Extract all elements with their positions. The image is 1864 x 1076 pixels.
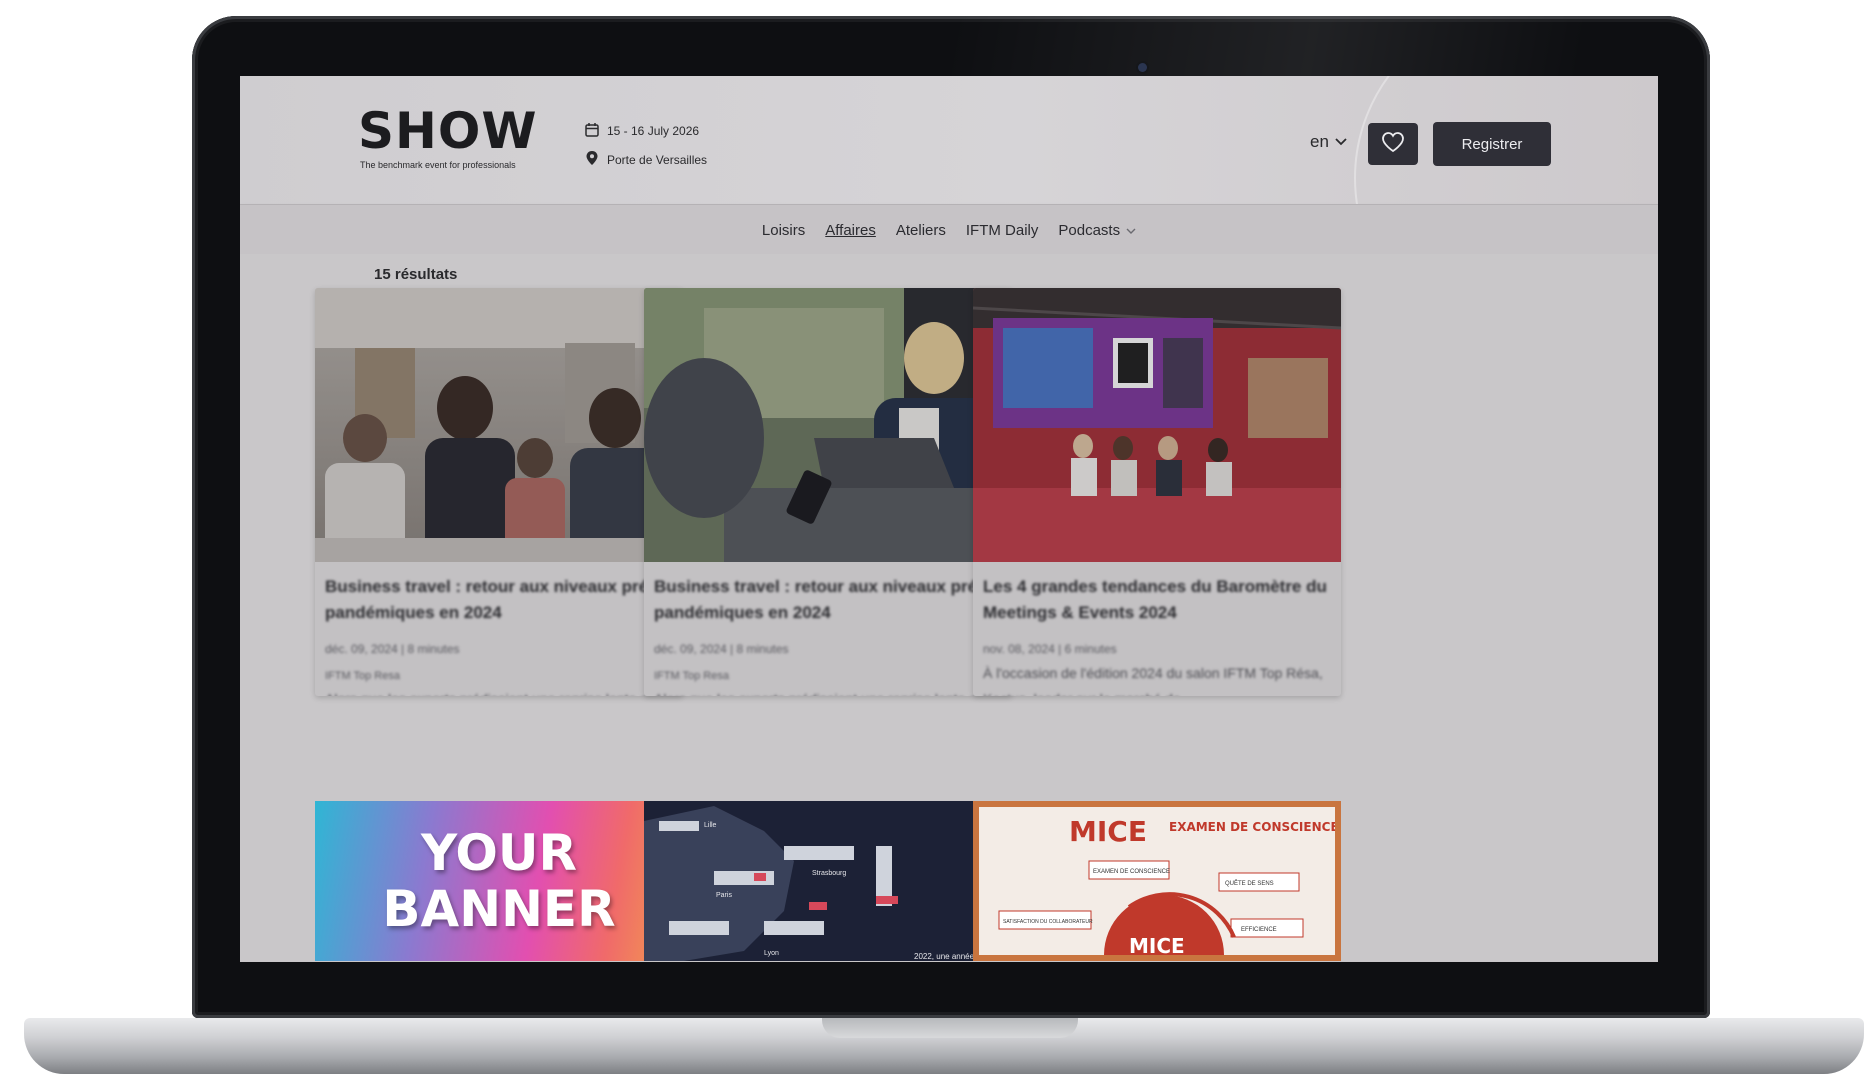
main-nav: Loisirs Affaires Ateliers IFTM Daily Pod…	[240, 204, 1658, 255]
language-selector[interactable]: en	[1310, 132, 1348, 152]
article-card[interactable]: Les 4 grandes tendances du Baromètre du …	[973, 288, 1341, 696]
language-label: en	[1310, 132, 1329, 151]
article-body: Business travel : retour aux niveaux pré…	[315, 562, 683, 696]
mice-title: MICE	[1069, 815, 1147, 848]
nav-item-podcasts[interactable]: Podcasts	[1058, 222, 1136, 239]
chevron-down-icon	[1126, 222, 1136, 239]
article-card[interactable]: Business travel : retour aux niveaux pré…	[644, 288, 1012, 696]
nav-item-iftm-daily[interactable]: IFTM Daily	[966, 222, 1039, 239]
laptop-notch	[822, 1018, 1078, 1038]
webcam-icon	[1138, 63, 1147, 72]
article-source: IFTM Top Resa	[654, 670, 729, 682]
results-area: 15 résultats Business travel: retour au…	[240, 254, 1658, 962]
article-title[interactable]: Les 4 grandes tendances du Baromètre du …	[983, 574, 1331, 626]
map-label: Paris	[716, 892, 732, 899]
mice-tag: QUÊTE DE SENS	[1225, 879, 1274, 887]
article-card[interactable]: Business travel : retour aux niveaux pré…	[315, 288, 683, 696]
nav-item-loisirs[interactable]: Loisirs	[762, 222, 805, 239]
article-card-map[interactable]: Lille Paris Strasbourg Lyon 2022, une an…	[644, 801, 1012, 961]
event-location-text: Porte de Versailles	[607, 152, 708, 167]
nav-item-ateliers[interactable]: Ateliers	[896, 222, 946, 239]
event-location: Porte de Versailles	[585, 150, 707, 169]
heart-icon	[1381, 131, 1405, 158]
banner-line-2: BANNER	[382, 880, 616, 938]
ad-banner[interactable]: YOUR BANNER	[315, 801, 683, 961]
article-meta: nov. 08, 2024 | 6 minutes	[983, 642, 1117, 656]
article-body: Business travel : retour aux niveaux pré…	[644, 562, 1012, 696]
article-card-mice[interactable]: MICE EXAMEN DE CONSCIENCE EXAMEN DE CONS…	[973, 801, 1341, 961]
site-tagline: The benchmark event for professionals	[360, 160, 516, 170]
event-date: 15 - 16 July 2026	[585, 122, 699, 140]
article-excerpt: Alors que les experts prédisaient une re…	[654, 686, 1002, 696]
banner-line-1: YOUR	[420, 824, 578, 882]
article-source: IFTM Top Resa	[325, 670, 400, 682]
results-count: 15 résultats	[374, 266, 458, 283]
mice-subtitle: EXAMEN DE CONSCIENCE	[1169, 820, 1335, 834]
article-title[interactable]: Business travel : retour aux niveaux pré…	[654, 574, 1002, 626]
calendar-icon	[585, 122, 599, 140]
map-label: Lyon	[764, 950, 779, 957]
event-date-text: 15 - 16 July 2026	[607, 124, 700, 138]
favorites-button[interactable]	[1368, 123, 1418, 165]
map-label: Lille	[704, 822, 717, 829]
mice-tag: EXAMEN DE CONSCIENCE	[1093, 869, 1170, 875]
article-excerpt: À l'occasion de l'édition 2024 du salon …	[983, 665, 1323, 696]
article-excerpt: Alors que les experts prédisaient une re…	[325, 686, 673, 696]
site-logo[interactable]: SHOW	[358, 106, 538, 156]
article-title[interactable]: Business travel : retour aux niveaux pré…	[325, 574, 673, 626]
register-button[interactable]: Registrer	[1433, 122, 1551, 166]
browser-screen: SHOW The benchmark event for professiona…	[240, 76, 1658, 962]
mice-tag: EFFICIENCE	[1241, 927, 1277, 933]
location-pin-icon	[585, 150, 599, 169]
article-meta: déc. 09, 2024 | 8 minutes	[654, 642, 789, 656]
article-body: Les 4 grandes tendances du Baromètre du …	[973, 562, 1341, 696]
site-header: SHOW The benchmark event for professiona…	[240, 76, 1658, 350]
nav-item-podcasts-label: Podcasts	[1058, 221, 1121, 239]
article-meta: déc. 09, 2024 | 8 minutes	[325, 642, 460, 656]
chevron-down-icon	[1334, 132, 1348, 152]
mice-bubble: MICE	[1129, 934, 1185, 955]
map-label: Strasbourg	[812, 870, 846, 877]
article-image-laptop	[644, 288, 1012, 562]
mice-tag: SATISFACTION DU COLLABORATEUR	[1003, 919, 1093, 925]
article-image-conference	[973, 288, 1341, 562]
article-image-networking	[315, 288, 683, 562]
nav-item-affaires[interactable]: Affaires	[825, 222, 876, 239]
